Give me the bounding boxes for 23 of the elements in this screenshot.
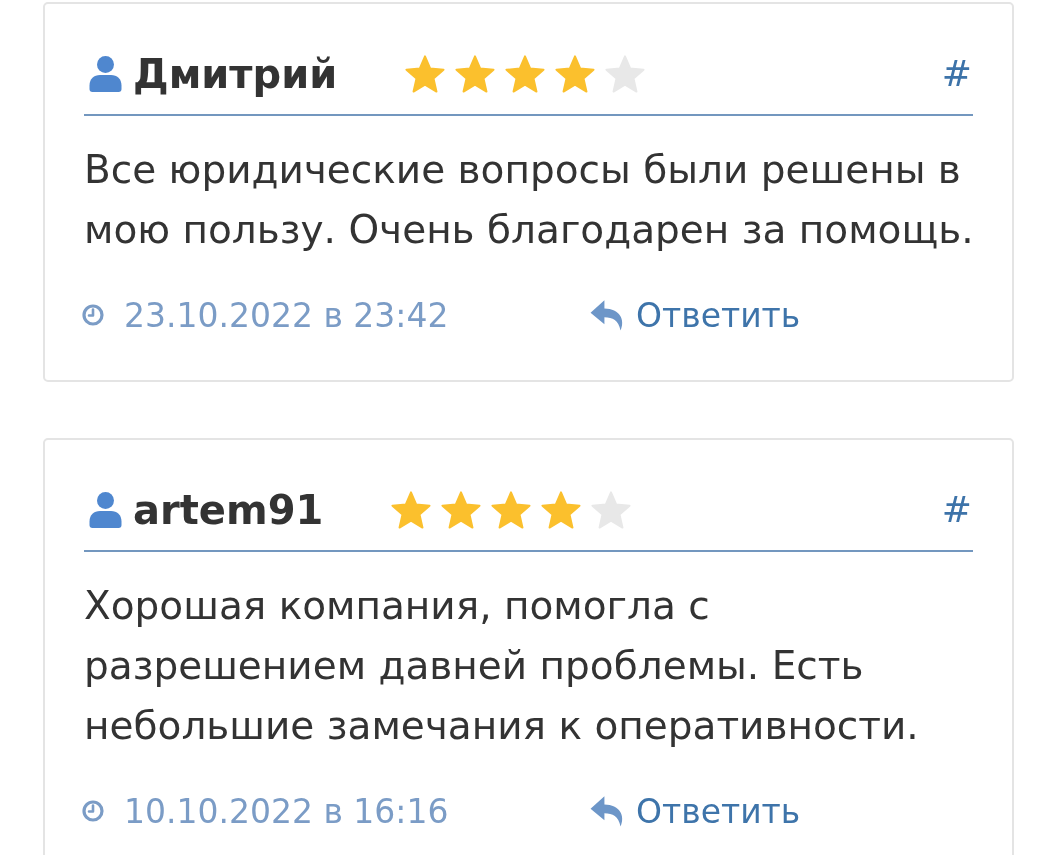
star-filled-icon <box>391 491 432 529</box>
clock-icon <box>82 304 104 326</box>
star-filled-icon <box>541 491 582 529</box>
review-date: 10.10.2022 в 16:16 <box>124 794 449 828</box>
star-filled-icon <box>455 55 496 93</box>
star-filled-icon <box>555 55 596 93</box>
star-filled-icon <box>491 491 532 529</box>
star-filled-icon <box>405 55 446 93</box>
star-empty-icon <box>591 491 632 529</box>
anchor-link[interactable]: # <box>941 56 973 92</box>
anchor-link[interactable]: # <box>941 492 973 528</box>
star-empty-icon <box>605 55 646 93</box>
review-text: Все юридические вопросы были решены в мою пользу. Очень благодарен за помощь. <box>84 146 975 254</box>
star-filled-icon <box>441 491 482 529</box>
reply-link[interactable]: Ответить <box>589 794 801 828</box>
clock-icon <box>82 800 104 822</box>
star-filled-icon <box>505 55 546 93</box>
review-text: Хорошая компания, помогла с разрешением давней проблемы. Есть небольшие замечания к оперативности. <box>84 582 920 750</box>
user-icon <box>89 56 122 92</box>
review-date: 23.10.2022 в 23:42 <box>124 298 449 332</box>
user-icon <box>89 492 122 528</box>
reply-link[interactable]: Ответить <box>589 298 801 332</box>
author-name: artem91 <box>133 490 324 530</box>
